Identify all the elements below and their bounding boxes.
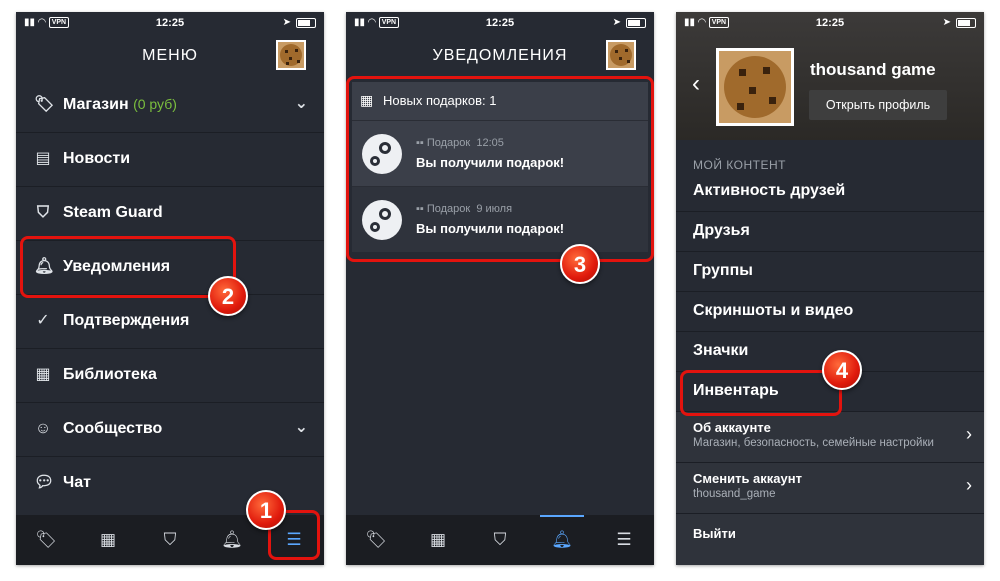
hamburger-menu-icon[interactable]: ☰ bbox=[612, 530, 636, 550]
status-time: 12:25 bbox=[815, 17, 845, 29]
shield-icon: ⛉ bbox=[36, 204, 49, 221]
chevron-down-icon[interactable]: ⌄ bbox=[295, 93, 308, 113]
news-icon: ▤ bbox=[35, 150, 51, 167]
menu-item-news[interactable]: ▤ Новости bbox=[16, 133, 324, 187]
account-title: Об аккаунте bbox=[693, 420, 771, 435]
active-tab-indicator bbox=[540, 515, 584, 517]
status-time: 12:25 bbox=[155, 17, 185, 29]
avatar[interactable] bbox=[606, 40, 636, 70]
profile-menu-screen: ▮▮ ◠ VPN 12:25 ➤ ‹ thousand game Открыть п… bbox=[676, 12, 984, 565]
menu-item-label: Чат bbox=[63, 474, 91, 491]
grid-icon: ▦ bbox=[35, 366, 51, 383]
chevron-right-icon: › bbox=[966, 475, 972, 495]
tag-icon[interactable]: 🏷︎ bbox=[34, 530, 58, 550]
chevron-right-icon: › bbox=[966, 424, 972, 444]
logout-label: Выйти bbox=[693, 526, 736, 541]
account-details-item[interactable]: Об аккаунте Магазин, безопасность, семей… bbox=[676, 412, 984, 463]
menu-item-label: Новости bbox=[63, 150, 131, 167]
open-profile-button[interactable]: Открыть профиль bbox=[809, 90, 947, 120]
avatar[interactable] bbox=[276, 40, 306, 70]
menu-item-label: Магазин bbox=[63, 96, 129, 113]
highlight-inventory bbox=[680, 370, 842, 416]
location-icon: ➤ bbox=[282, 17, 291, 28]
grid-icon[interactable]: ▦ bbox=[426, 530, 450, 550]
bell-icon[interactable]: 🔔︎ bbox=[220, 530, 244, 550]
status-right: ➤ bbox=[283, 17, 316, 28]
menu-item-confirmations[interactable]: ✓ Подтверждения bbox=[16, 295, 324, 349]
menu-item-label: Сообщество bbox=[63, 420, 163, 437]
highlight-notifications-list bbox=[346, 76, 654, 262]
menu-item-label: Библиотека bbox=[63, 366, 157, 383]
profile-avatar[interactable] bbox=[716, 48, 794, 126]
check-icon: ✓ bbox=[36, 312, 50, 329]
community-icon: ☺ bbox=[34, 420, 52, 437]
shield-icon[interactable]: ⛉ bbox=[488, 530, 512, 550]
back-icon[interactable]: ‹ bbox=[692, 70, 700, 98]
tab-bar: 🏷︎ ▦ ⛉ 🔔︎ ☰ bbox=[346, 515, 654, 565]
store-balance: (0 руб) bbox=[133, 96, 177, 112]
menu-item-steam-guard[interactable]: ⛉ Steam Guard bbox=[16, 187, 324, 241]
step-badge-2: 2 bbox=[208, 276, 248, 316]
account-subtitle: Магазин, безопасность, семейные настройк… bbox=[693, 437, 934, 449]
switch-title: Сменить аккаунт bbox=[693, 471, 802, 486]
status-right: ➤ bbox=[613, 17, 646, 28]
menu-item-friends-activity[interactable]: Активность друзей bbox=[676, 172, 984, 212]
step-badge-4: 4 bbox=[822, 350, 862, 390]
menu-item-label: Steam Guard bbox=[63, 204, 163, 221]
battery-icon bbox=[626, 17, 646, 28]
status-right: ➤ bbox=[943, 17, 976, 28]
section-header: МОЙ КОНТЕНТ bbox=[693, 158, 786, 172]
status-bar: ▮▮ ◠ VPN 12:25 ➤ bbox=[676, 12, 984, 34]
tag-icon: 🏷︎ bbox=[34, 96, 55, 113]
switch-subtitle: thousand_game bbox=[693, 488, 776, 500]
menu-item-community[interactable]: ☺ Сообщество ⌄ bbox=[16, 403, 324, 457]
battery-icon bbox=[956, 17, 976, 28]
step-badge-1: 1 bbox=[246, 490, 286, 530]
battery-icon bbox=[296, 17, 316, 28]
shield-icon[interactable]: ⛉ bbox=[158, 530, 182, 550]
menu-item-library[interactable]: ▦ Библиотека bbox=[16, 349, 324, 403]
menu-item-friends[interactable]: Друзья bbox=[676, 212, 984, 252]
status-time: 12:25 bbox=[485, 17, 515, 29]
status-bar: ▮▮ ◠ VPN 12:25 ➤ bbox=[346, 12, 654, 34]
menu-header: МЕНЮ bbox=[16, 34, 324, 78]
notifications-header: УВЕДОМЛЕНИЯ bbox=[346, 34, 654, 78]
menu-item-store[interactable]: 🏷︎ Магазин (0 руб) ⌄ bbox=[16, 79, 324, 133]
location-icon: ➤ bbox=[942, 17, 951, 28]
location-icon: ➤ bbox=[612, 17, 621, 28]
profile-username: thousand game bbox=[810, 60, 936, 79]
menu-item-screenshots[interactable]: Скриншоты и видео bbox=[676, 292, 984, 332]
chevron-down-icon[interactable]: ⌄ bbox=[295, 417, 308, 437]
step-badge-3: 3 bbox=[560, 244, 600, 284]
switch-account-item[interactable]: Сменить аккаунт thousand_game › bbox=[676, 463, 984, 514]
grid-icon[interactable]: ▦ bbox=[96, 530, 120, 550]
bell-icon[interactable]: 🔔︎ bbox=[550, 530, 574, 550]
highlight-notifications bbox=[20, 236, 236, 298]
menu-item-label: Подтверждения bbox=[63, 312, 190, 329]
tag-icon[interactable]: 🏷︎ bbox=[364, 530, 388, 550]
logout-item[interactable]: Выйти bbox=[676, 514, 984, 565]
status-bar: ▮▮ ◠ VPN 12:25 ➤ bbox=[16, 12, 324, 34]
menu-item-groups[interactable]: Группы bbox=[676, 252, 984, 292]
chat-icon: 💬︎ bbox=[34, 474, 55, 491]
